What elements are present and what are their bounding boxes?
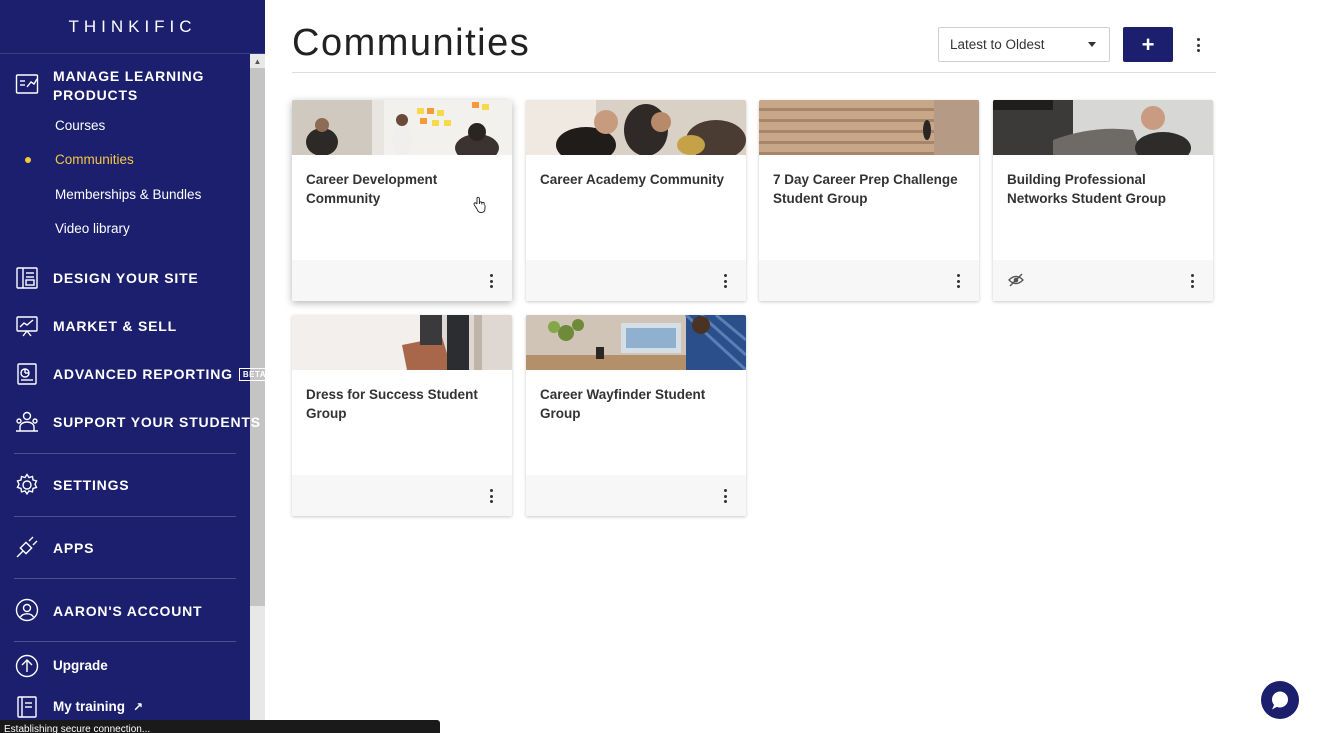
card-footer [993, 260, 1213, 301]
more-options-button[interactable] [1188, 33, 1208, 57]
card-title[interactable]: 7 Day Career Prep Challenge Student Grou… [773, 170, 968, 208]
caret-down-icon [1088, 42, 1096, 47]
apps-plug-icon [15, 535, 39, 559]
page-title: Communities [292, 22, 531, 64]
nav-my-training-label: My training [53, 699, 126, 714]
sidebar-item-communities[interactable]: Communities [55, 152, 134, 167]
sidebar-divider [14, 641, 236, 642]
chat-support-button[interactable] [1261, 681, 1299, 719]
logo-divider [0, 53, 265, 54]
card-footer [292, 475, 512, 516]
card-image[interactable] [292, 100, 512, 155]
sidebar-divider [14, 578, 236, 579]
user-account-icon [15, 598, 39, 622]
card-title[interactable]: Career Academy Community [540, 170, 735, 189]
scroll-up-arrow-icon[interactable]: ▲ [250, 54, 265, 68]
card-image[interactable] [993, 100, 1213, 155]
logo-area[interactable]: THINKIFIC [0, 0, 265, 54]
card-kebab-menu-icon[interactable] [720, 487, 730, 505]
card-footer [526, 260, 746, 301]
eye-hidden-icon [1008, 272, 1024, 288]
learning-products-icon [15, 72, 39, 96]
gear-icon [15, 473, 39, 497]
card-image[interactable] [292, 315, 512, 370]
card-footer [759, 260, 979, 301]
training-book-icon [15, 695, 39, 719]
card-image[interactable] [526, 315, 746, 370]
card-image[interactable] [526, 100, 746, 155]
card-kebab-menu-icon[interactable] [1187, 272, 1197, 290]
sidebar-divider [14, 453, 236, 454]
community-card[interactable]: 7 Day Career Prep Challenge Student Grou… [759, 100, 979, 301]
thinkific-logo[interactable]: THINKIFIC [68, 17, 196, 37]
sidebar-item-video-library[interactable]: Video library [55, 221, 130, 236]
sidebar-item-memberships-bundles[interactable]: Memberships & Bundles [55, 187, 201, 202]
active-bullet-icon [25, 157, 31, 163]
app-root: THINKIFIC ▲ MANAGE LEARNING PRODUCTS Cou… [0, 0, 1321, 733]
nav-advanced-reporting-label: ADVANCED REPORTING [53, 366, 233, 382]
kebab-menu-icon [1193, 36, 1203, 54]
card-kebab-menu-icon[interactable] [486, 487, 496, 505]
chat-bubble-icon [1272, 691, 1288, 710]
card-image[interactable] [759, 100, 979, 155]
card-kebab-menu-icon[interactable] [720, 272, 730, 290]
card-footer [526, 475, 746, 516]
design-site-icon [15, 266, 39, 290]
nav-design-your-site[interactable]: DESIGN YOUR SITE [53, 269, 199, 288]
nav-market-sell[interactable]: MARKET & SELL [53, 317, 177, 336]
nav-manage-line1: MANAGE LEARNING [53, 68, 205, 84]
nav-upgrade[interactable]: Upgrade [53, 658, 108, 673]
community-card[interactable]: Career Wayfinder Student Group [526, 315, 746, 516]
nav-my-training[interactable]: My training ↗ [53, 699, 143, 714]
nav-settings[interactable]: SETTINGS [53, 476, 129, 495]
card-title[interactable]: Career Wayfinder Student Group [540, 385, 740, 423]
external-link-icon: ↗ [133, 700, 144, 714]
upgrade-arrow-icon [15, 654, 39, 678]
card-kebab-menu-icon[interactable] [486, 272, 496, 290]
card-kebab-menu-icon[interactable] [953, 272, 963, 290]
hand-cursor-icon [473, 196, 487, 214]
sort-select-value: Latest to Oldest [950, 37, 1045, 52]
community-card[interactable]: Building Professional Networks Student G… [993, 100, 1213, 301]
card-title[interactable]: Building Professional Networks Student G… [1007, 170, 1202, 208]
card-title[interactable]: Dress for Success Student Group [306, 385, 506, 423]
nav-manage-learning-products[interactable]: MANAGE LEARNING PRODUCTS [53, 67, 204, 105]
add-community-button[interactable]: + [1123, 27, 1173, 62]
community-card[interactable]: Career Academy Community [526, 100, 746, 301]
market-sell-icon [15, 314, 39, 338]
title-divider [292, 72, 1216, 73]
nav-manage-line2: PRODUCTS [53, 87, 138, 103]
nav-advanced-reporting[interactable]: ADVANCED REPORTING BETA [53, 365, 271, 384]
card-footer [292, 260, 512, 301]
nav-apps[interactable]: APPS [53, 539, 94, 558]
beta-badge: BETA [238, 368, 271, 381]
sidebar-scrollbar-thumb[interactable] [250, 68, 265, 606]
sort-select[interactable]: Latest to Oldest [938, 27, 1110, 62]
sidebar-divider [14, 516, 236, 517]
community-card[interactable]: Dress for Success Student Group [292, 315, 512, 516]
support-students-icon [15, 410, 39, 434]
nav-aarons-account[interactable]: AARON'S ACCOUNT [53, 602, 202, 621]
reporting-icon [15, 362, 39, 386]
card-title[interactable]: Career Development Community [306, 170, 501, 208]
sidebar-item-courses[interactable]: Courses [55, 118, 105, 133]
nav-support-your-students[interactable]: SUPPORT YOUR STUDENTS [53, 413, 261, 432]
browser-status-bar: Establishing secure connection... [0, 720, 440, 733]
